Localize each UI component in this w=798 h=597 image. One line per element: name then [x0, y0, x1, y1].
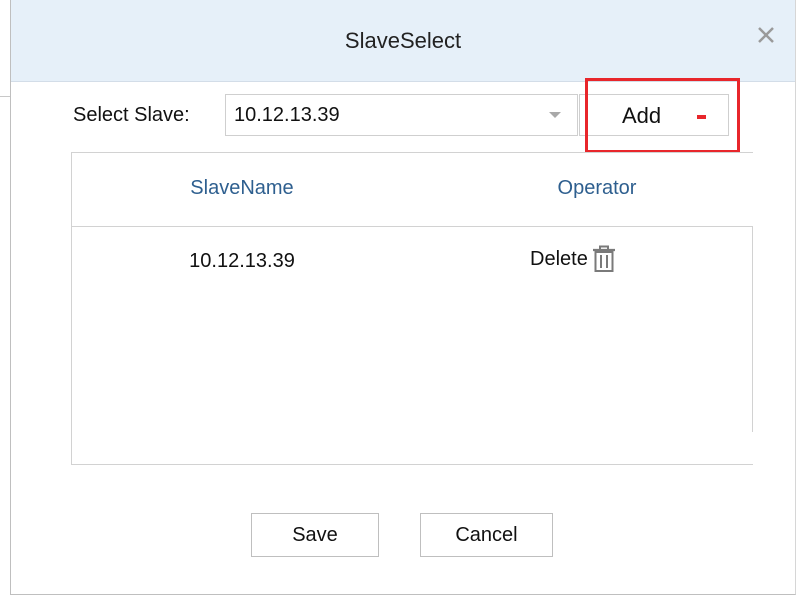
slave-select-value: 10.12.13.39: [234, 104, 340, 126]
delete-label: Delete: [530, 247, 588, 270]
slave-select-dropdown[interactable]: 10.12.13.39: [225, 94, 578, 136]
column-header-slavename: SlaveName: [190, 177, 294, 199]
add-indicator-mark: [697, 115, 706, 119]
page: SlaveSelect Select Slave: 10.12.13.39 Ad…: [0, 0, 798, 597]
select-slave-label: Select Slave:: [73, 104, 190, 126]
dialog-title: SlaveSelect: [344, 28, 462, 53]
column-header-operator: Operator: [557, 177, 637, 199]
table-row: 10.12.13.39 Delete: [72, 227, 753, 299]
save-button[interactable]: Save: [251, 513, 379, 557]
add-button-label: Add: [622, 103, 662, 128]
table-scrollbar[interactable]: [752, 227, 753, 432]
close-button[interactable]: [753, 22, 779, 48]
delete-action[interactable]: Delete: [530, 242, 617, 276]
add-button[interactable]: Add: [579, 94, 729, 136]
slave-table: SlaveName Operator 10.12.13.39 Delete: [71, 152, 753, 465]
slave-select-dialog: SlaveSelect Select Slave: 10.12.13.39 Ad…: [10, 0, 796, 595]
table-header: SlaveName Operator: [72, 153, 753, 227]
dropdown-arrow-icon: [549, 112, 561, 118]
trash-icon[interactable]: [591, 244, 617, 274]
close-icon: [758, 27, 774, 43]
dialog-title-bar: SlaveSelect: [11, 0, 795, 82]
cancel-button[interactable]: Cancel: [420, 513, 553, 557]
slave-name-cell: 10.12.13.39: [189, 250, 295, 272]
